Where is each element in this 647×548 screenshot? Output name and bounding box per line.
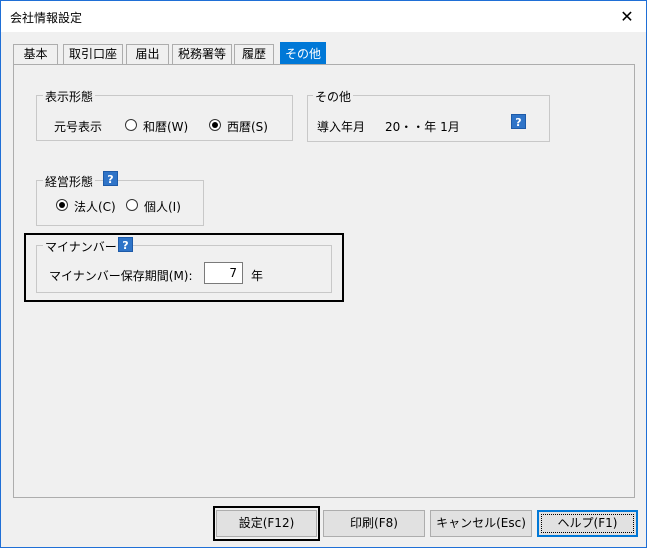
close-button[interactable]: ✕ — [611, 5, 643, 29]
radio-wareki-label[interactable]: 和暦(W) — [143, 118, 188, 135]
tab-tax-office[interactable]: 税務署等 — [172, 44, 232, 65]
intro-value: 20・・年 1月 — [385, 120, 460, 134]
management-group-title: 経営形態 — [43, 173, 96, 190]
cancel-button[interactable]: キャンセル(Esc) — [430, 510, 532, 537]
radio-seireki-label[interactable]: 西暦(S) — [227, 118, 268, 135]
mynumber-group-title: マイナンバー — [43, 238, 119, 255]
title-bar: 会社情報設定 ✕ — [1, 1, 646, 32]
help-icon-intro[interactable]: ? — [511, 114, 526, 129]
tab-history[interactable]: 履歴 — [234, 44, 274, 65]
help-icon-management[interactable]: ? — [103, 171, 118, 186]
radio-corporation[interactable] — [56, 199, 68, 211]
print-button[interactable]: 印刷(F8) — [323, 510, 425, 537]
tab-basic[interactable]: 基本 — [13, 44, 58, 65]
radio-individual-label[interactable]: 個人(I) — [144, 198, 181, 215]
mynumber-period-input[interactable]: 7 — [204, 262, 243, 284]
tab-notification[interactable]: 届出 — [126, 44, 169, 65]
dialog-window: 会社情報設定 ✕ 基本 取引口座 届出 税務署等 履歴 その他 表示形態 元号表… — [0, 0, 647, 548]
era-label: 元号表示 — [54, 120, 103, 134]
display-format-title: 表示形態 — [43, 88, 96, 105]
tab-other[interactable]: その他 — [280, 42, 326, 65]
help-icon-mynumber[interactable]: ? — [118, 237, 133, 252]
radio-seireki[interactable] — [209, 119, 221, 131]
mynumber-period-unit: 年 — [251, 269, 264, 283]
radio-wareki[interactable] — [125, 119, 137, 131]
focus-rectangle — [541, 514, 634, 533]
settings-button[interactable]: 設定(F12) — [216, 510, 317, 537]
window-title: 会社情報設定 — [10, 11, 83, 25]
help-button[interactable]: ヘルプ(F1) — [537, 510, 638, 537]
intro-label: 導入年月 — [317, 120, 366, 134]
radio-corporation-label[interactable]: 法人(C) — [74, 198, 116, 215]
tab-bank-account[interactable]: 取引口座 — [63, 44, 123, 65]
close-icon: ✕ — [620, 7, 634, 26]
radio-individual[interactable] — [126, 199, 138, 211]
mynumber-period-label: マイナンバー保存期間(M): — [49, 269, 193, 283]
other-group-title: その他 — [313, 88, 354, 105]
